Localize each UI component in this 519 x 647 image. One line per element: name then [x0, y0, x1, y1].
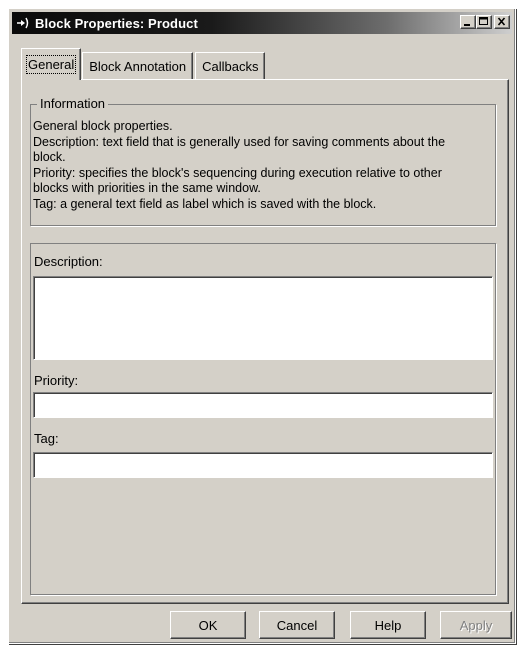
title-bar[interactable]: Block Properties: Product [12, 12, 512, 34]
ok-button-label: OK [198, 617, 218, 633]
minimize-icon [464, 24, 470, 26]
information-legend: Information [37, 96, 109, 111]
tab-general-label: General [25, 55, 77, 74]
cancel-button[interactable]: Cancel [259, 611, 335, 639]
maximize-button[interactable] [476, 15, 492, 29]
tab-block-annotation-label: Block Annotation [89, 59, 187, 74]
cancel-button-label: Cancel [276, 617, 318, 633]
apply-button-label: Apply [459, 617, 493, 633]
maximize-icon [479, 17, 488, 25]
general-tab-panel: Information General block properties. De… [21, 79, 509, 604]
information-group: Information General block properties. De… [30, 96, 496, 226]
ok-button[interactable]: OK [170, 611, 246, 639]
help-button-label: Help [374, 617, 402, 633]
tab-block-annotation[interactable]: Block Annotation [82, 52, 194, 80]
information-text: General block properties. Description: t… [33, 119, 493, 213]
tab-callbacks[interactable]: Callbacks [195, 52, 266, 80]
help-button[interactable]: Help [350, 611, 426, 639]
tab-general[interactable]: General [21, 48, 82, 80]
minimize-button[interactable] [460, 15, 476, 29]
close-icon [497, 17, 506, 26]
priority-label: Priority: [34, 373, 79, 388]
description-textarea[interactable] [33, 276, 493, 360]
apply-button[interactable]: Apply [440, 611, 512, 639]
tag-label: Tag: [34, 431, 59, 446]
block-properties-window: Block Properties: Product General Block … [8, 8, 516, 644]
info-line: Tag: a general text field as label which… [33, 196, 377, 211]
window-title: Block Properties: Product [35, 15, 198, 31]
tab-strip: General Block Annotation Callbacks [21, 46, 267, 80]
tab-callbacks-label: Callbacks [202, 59, 259, 74]
simulink-arrow-icon[interactable] [15, 15, 31, 31]
properties-form: Description: Priority: Tag: [30, 243, 496, 595]
priority-input[interactable] [33, 392, 493, 418]
info-line: block. [33, 150, 66, 165]
info-line: blocks with priorities in the same windo… [33, 181, 261, 196]
info-line: General block properties. [33, 119, 173, 133]
info-line: Description: text field that is generall… [33, 134, 446, 149]
tag-input[interactable] [33, 452, 493, 478]
info-line: Priority: specifies the block's sequenci… [33, 165, 442, 180]
description-label: Description: [34, 254, 103, 269]
close-button[interactable] [494, 15, 510, 29]
